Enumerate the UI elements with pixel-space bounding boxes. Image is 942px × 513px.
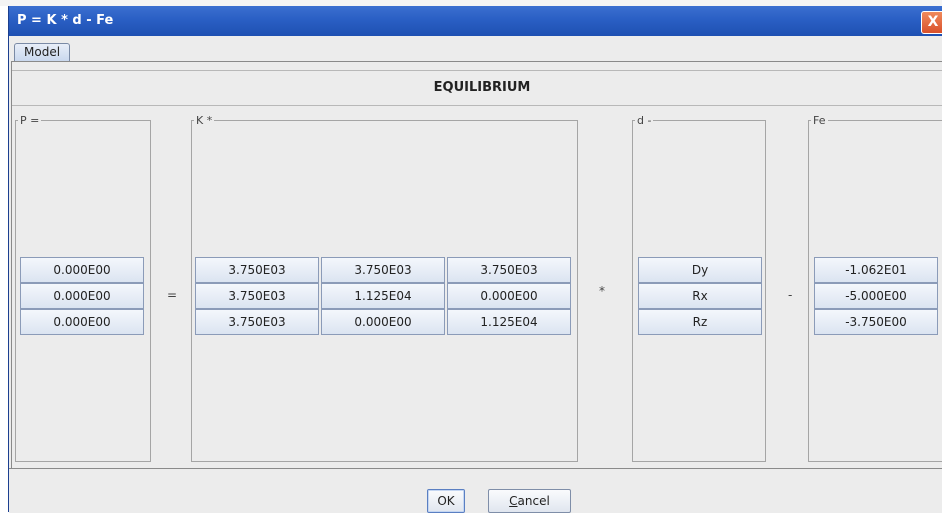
times-operator: * (599, 284, 605, 298)
button-bar: OK Cancel (9, 468, 942, 513)
p-group-label: P = (20, 114, 40, 127)
fe-value-cell[interactable]: -1.062E01 (814, 257, 938, 283)
k-group-label: K * (196, 114, 213, 127)
cancel-label: ancel (517, 494, 550, 508)
cancel-mnemonic: C (509, 494, 518, 508)
fe-value-cell[interactable]: -3.750E00 (814, 309, 938, 335)
k-matrix-cell[interactable]: 1.125E04 (447, 309, 571, 335)
k-matrix-cell[interactable]: 3.750E03 (195, 309, 319, 335)
tab-bar: Model (9, 36, 942, 64)
d-value-cell[interactable]: Rz (638, 309, 762, 335)
k-matrix-cell[interactable]: 3.750E03 (321, 257, 445, 283)
k-matrix-cell[interactable]: 3.750E03 (195, 283, 319, 309)
p-value-cell[interactable]: 0.000E00 (20, 283, 144, 309)
p-value-cell[interactable]: 0.000E00 (20, 309, 144, 335)
k-matrix-cell[interactable]: 1.125E04 (321, 283, 445, 309)
close-icon[interactable]: X (921, 11, 942, 34)
tab-model[interactable]: Model (14, 43, 71, 61)
ok-button[interactable]: OK (427, 489, 465, 513)
p-value-cell[interactable]: 0.000E00 (20, 257, 144, 283)
cancel-button[interactable]: Cancel (488, 489, 571, 513)
k-matrix-cell[interactable]: 3.750E03 (195, 257, 319, 283)
fe-value-cell[interactable]: -5.000E00 (814, 283, 938, 309)
k-matrix-cell[interactable]: 0.000E00 (321, 309, 445, 335)
equals-operator: = (167, 288, 178, 302)
equilibrium-heading: EQUILIBRIUM (12, 70, 942, 106)
fe-group-label: Fe (813, 114, 826, 127)
title-bar[interactable]: P = K * d - Fe X (9, 6, 942, 36)
window-title: P = K * d - Fe (17, 13, 114, 28)
d-value-cell[interactable]: Dy (638, 257, 762, 283)
k-matrix-cell[interactable]: 0.000E00 (447, 283, 571, 309)
tab-content-panel: EQUILIBRIUM P = 0.000E00 0.000E00 0.000E… (11, 61, 942, 469)
minus-operator: - (788, 288, 793, 302)
d-group-label: d - (637, 114, 652, 127)
dialog-window: P = K * d - Fe X Model EQUILIBRIUM P = 0… (8, 6, 942, 513)
d-value-cell[interactable]: Rx (638, 283, 762, 309)
k-matrix-cell[interactable]: 3.750E03 (447, 257, 571, 283)
